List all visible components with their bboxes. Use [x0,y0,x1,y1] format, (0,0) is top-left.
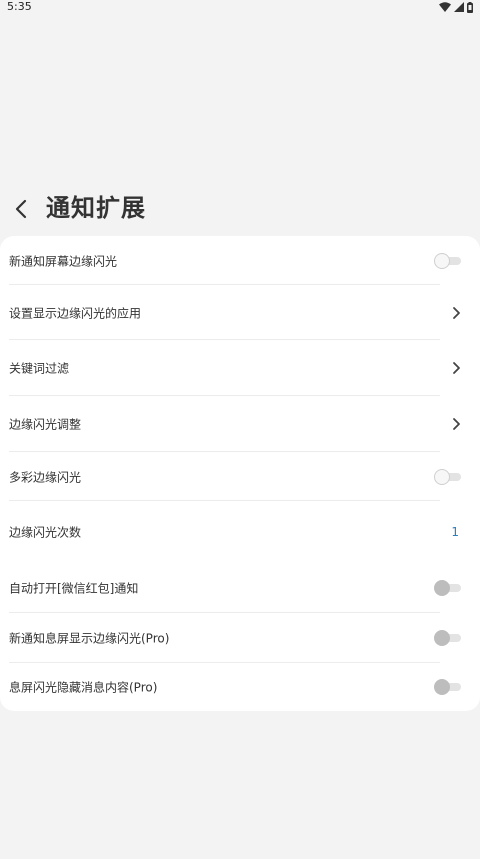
status-time: 5:35 [7,0,32,13]
status-bar: 5:35 [0,0,480,14]
setting-label: 息屏闪光隐藏消息内容(Pro) [9,680,158,695]
setting-label: 关键词过滤 [9,361,70,376]
toggle-knob [434,580,450,596]
chevron-left-icon [8,192,36,224]
wechat-redpacket-toggle[interactable] [434,580,462,596]
setting-row-keyword-filter[interactable]: 关键词过滤 [0,340,480,396]
header: 通知扩展 [0,186,480,230]
status-icons [439,1,473,13]
back-button[interactable] [8,192,36,224]
setting-row-flash-adjust[interactable]: 边缘闪光调整 [0,396,480,452]
setting-label: 边缘闪光调整 [9,417,82,432]
setting-label: 新通知息屏显示边缘闪光(Pro) [9,631,170,646]
toggle-knob [434,679,450,695]
flash-count-value: 1 [451,525,459,539]
setting-row-wechat-redpacket[interactable]: 自动打开[微信红包]通知 [0,563,480,613]
setting-row-edge-flash[interactable]: 新通知屏幕边缘闪光 [0,236,480,285]
page-title: 通知扩展 [46,194,146,222]
settings-card: 新通知屏幕边缘闪光 设置显示边缘闪光的应用 关键词过滤 边缘闪光调整 多彩边缘闪… [0,236,480,711]
setting-label: 设置显示边缘闪光的应用 [9,306,142,320]
setting-row-flash-apps[interactable]: 设置显示边缘闪光的应用 [0,285,480,340]
chevron-right-icon [451,417,461,431]
chevron-right-icon [451,361,461,375]
setting-label: 自动打开[微信红包]通知 [9,581,139,596]
setting-label: 边缘闪光次数 [9,525,82,540]
toggle-knob [434,252,450,269]
wifi-icon [439,2,451,12]
aod-flash-toggle[interactable] [434,630,462,646]
toggle-knob [434,630,450,646]
toggle-knob [434,468,450,485]
setting-row-aod-flash[interactable]: 新通知息屏显示边缘闪光(Pro) [0,613,480,663]
chevron-right-icon [451,306,461,320]
setting-row-flash-count[interactable]: 边缘闪光次数 1 [0,501,480,563]
colorful-flash-toggle[interactable] [434,468,462,485]
setting-row-colorful-flash[interactable]: 多彩边缘闪光 [0,452,480,501]
edge-flash-toggle[interactable] [434,252,462,269]
setting-row-hide-content[interactable]: 息屏闪光隐藏消息内容(Pro) [0,663,480,711]
signal-icon [454,2,464,12]
setting-label: 新通知屏幕边缘闪光 [9,254,118,268]
setting-label: 多彩边缘闪光 [9,470,82,484]
battery-icon [467,1,473,13]
hide-content-toggle[interactable] [434,679,462,695]
